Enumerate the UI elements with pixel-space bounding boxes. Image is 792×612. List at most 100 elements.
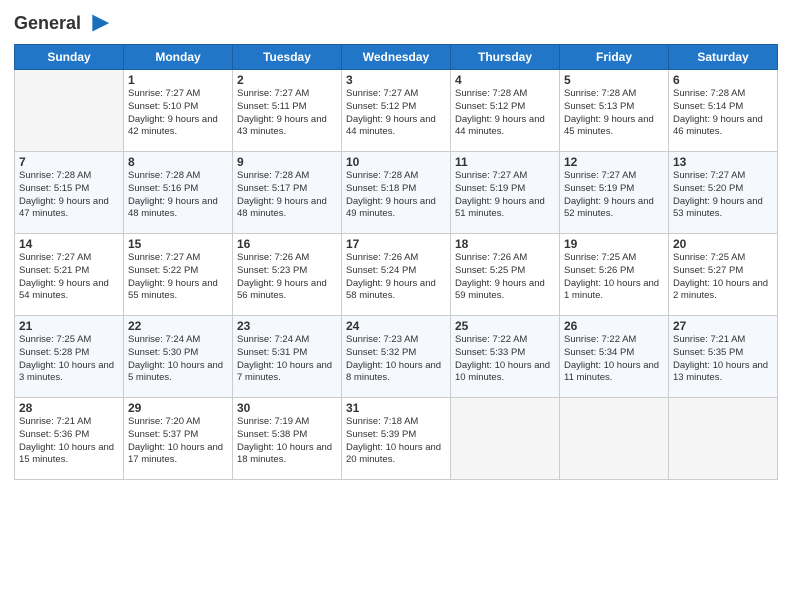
calendar-cell: 28Sunrise: 7:21 AMSunset: 5:36 PMDayligh… (15, 398, 124, 480)
day-number: 27 (673, 319, 773, 333)
day-number: 3 (346, 73, 446, 87)
day-number: 11 (455, 155, 555, 169)
day-info: Sunrise: 7:27 AMSunset: 5:19 PMDaylight:… (564, 170, 664, 221)
day-info: Sunrise: 7:25 AMSunset: 5:26 PMDaylight:… (564, 252, 664, 303)
day-info: Sunrise: 7:25 AMSunset: 5:27 PMDaylight:… (673, 252, 773, 303)
day-number: 7 (19, 155, 119, 169)
day-number: 17 (346, 237, 446, 251)
weekday-header-friday: Friday (560, 45, 669, 70)
week-row-1: 1Sunrise: 7:27 AMSunset: 5:10 PMDaylight… (15, 70, 778, 152)
day-number: 14 (19, 237, 119, 251)
weekday-header-thursday: Thursday (451, 45, 560, 70)
day-info: Sunrise: 7:23 AMSunset: 5:32 PMDaylight:… (346, 334, 446, 385)
day-info: Sunrise: 7:28 AMSunset: 5:18 PMDaylight:… (346, 170, 446, 221)
day-info: Sunrise: 7:21 AMSunset: 5:36 PMDaylight:… (19, 416, 119, 467)
day-number: 10 (346, 155, 446, 169)
week-row-3: 14Sunrise: 7:27 AMSunset: 5:21 PMDayligh… (15, 234, 778, 316)
day-number: 30 (237, 401, 337, 415)
calendar-cell: 2Sunrise: 7:27 AMSunset: 5:11 PMDaylight… (233, 70, 342, 152)
calendar-cell: 5Sunrise: 7:28 AMSunset: 5:13 PMDaylight… (560, 70, 669, 152)
day-info: Sunrise: 7:27 AMSunset: 5:11 PMDaylight:… (237, 88, 337, 139)
day-number: 6 (673, 73, 773, 87)
day-number: 13 (673, 155, 773, 169)
day-info: Sunrise: 7:26 AMSunset: 5:23 PMDaylight:… (237, 252, 337, 303)
calendar-header-row: SundayMondayTuesdayWednesdayThursdayFrid… (15, 45, 778, 70)
calendar-cell: 23Sunrise: 7:24 AMSunset: 5:31 PMDayligh… (233, 316, 342, 398)
calendar-cell: 21Sunrise: 7:25 AMSunset: 5:28 PMDayligh… (15, 316, 124, 398)
header: General (14, 10, 778, 38)
day-number: 15 (128, 237, 228, 251)
calendar-cell: 13Sunrise: 7:27 AMSunset: 5:20 PMDayligh… (669, 152, 778, 234)
day-info: Sunrise: 7:28 AMSunset: 5:16 PMDaylight:… (128, 170, 228, 221)
calendar-cell: 15Sunrise: 7:27 AMSunset: 5:22 PMDayligh… (124, 234, 233, 316)
calendar-cell: 7Sunrise: 7:28 AMSunset: 5:15 PMDaylight… (15, 152, 124, 234)
calendar-cell: 24Sunrise: 7:23 AMSunset: 5:32 PMDayligh… (342, 316, 451, 398)
day-info: Sunrise: 7:28 AMSunset: 5:13 PMDaylight:… (564, 88, 664, 139)
week-row-4: 21Sunrise: 7:25 AMSunset: 5:28 PMDayligh… (15, 316, 778, 398)
day-info: Sunrise: 7:28 AMSunset: 5:17 PMDaylight:… (237, 170, 337, 221)
calendar-cell: 17Sunrise: 7:26 AMSunset: 5:24 PMDayligh… (342, 234, 451, 316)
day-info: Sunrise: 7:28 AMSunset: 5:14 PMDaylight:… (673, 88, 773, 139)
day-number: 31 (346, 401, 446, 415)
calendar-cell (15, 70, 124, 152)
day-info: Sunrise: 7:26 AMSunset: 5:25 PMDaylight:… (455, 252, 555, 303)
calendar-cell: 25Sunrise: 7:22 AMSunset: 5:33 PMDayligh… (451, 316, 560, 398)
calendar-cell (451, 398, 560, 480)
calendar-cell: 22Sunrise: 7:24 AMSunset: 5:30 PMDayligh… (124, 316, 233, 398)
day-number: 9 (237, 155, 337, 169)
day-info: Sunrise: 7:27 AMSunset: 5:19 PMDaylight:… (455, 170, 555, 221)
day-number: 8 (128, 155, 228, 169)
day-number: 19 (564, 237, 664, 251)
calendar-cell: 27Sunrise: 7:21 AMSunset: 5:35 PMDayligh… (669, 316, 778, 398)
calendar-cell: 29Sunrise: 7:20 AMSunset: 5:37 PMDayligh… (124, 398, 233, 480)
calendar-cell: 4Sunrise: 7:28 AMSunset: 5:12 PMDaylight… (451, 70, 560, 152)
logo-text: General (14, 14, 81, 34)
calendar-cell (560, 398, 669, 480)
calendar-cell: 20Sunrise: 7:25 AMSunset: 5:27 PMDayligh… (669, 234, 778, 316)
day-info: Sunrise: 7:27 AMSunset: 5:12 PMDaylight:… (346, 88, 446, 139)
page: General SundayMondayTuesdayWednesdayThur… (0, 0, 792, 612)
day-number: 5 (564, 73, 664, 87)
week-row-5: 28Sunrise: 7:21 AMSunset: 5:36 PMDayligh… (15, 398, 778, 480)
calendar-cell: 31Sunrise: 7:18 AMSunset: 5:39 PMDayligh… (342, 398, 451, 480)
calendar-cell: 9Sunrise: 7:28 AMSunset: 5:17 PMDaylight… (233, 152, 342, 234)
day-number: 29 (128, 401, 228, 415)
day-info: Sunrise: 7:26 AMSunset: 5:24 PMDaylight:… (346, 252, 446, 303)
calendar-cell: 6Sunrise: 7:28 AMSunset: 5:14 PMDaylight… (669, 70, 778, 152)
day-info: Sunrise: 7:22 AMSunset: 5:34 PMDaylight:… (564, 334, 664, 385)
day-number: 4 (455, 73, 555, 87)
calendar-cell: 16Sunrise: 7:26 AMSunset: 5:23 PMDayligh… (233, 234, 342, 316)
day-info: Sunrise: 7:21 AMSunset: 5:35 PMDaylight:… (673, 334, 773, 385)
calendar-cell: 19Sunrise: 7:25 AMSunset: 5:26 PMDayligh… (560, 234, 669, 316)
calendar-cell: 8Sunrise: 7:28 AMSunset: 5:16 PMDaylight… (124, 152, 233, 234)
logo-icon (83, 10, 111, 38)
day-number: 22 (128, 319, 228, 333)
day-info: Sunrise: 7:27 AMSunset: 5:22 PMDaylight:… (128, 252, 228, 303)
calendar-cell: 1Sunrise: 7:27 AMSunset: 5:10 PMDaylight… (124, 70, 233, 152)
day-info: Sunrise: 7:28 AMSunset: 5:15 PMDaylight:… (19, 170, 119, 221)
day-info: Sunrise: 7:18 AMSunset: 5:39 PMDaylight:… (346, 416, 446, 467)
day-number: 24 (346, 319, 446, 333)
calendar-cell: 18Sunrise: 7:26 AMSunset: 5:25 PMDayligh… (451, 234, 560, 316)
day-number: 2 (237, 73, 337, 87)
weekday-header-sunday: Sunday (15, 45, 124, 70)
day-info: Sunrise: 7:28 AMSunset: 5:12 PMDaylight:… (455, 88, 555, 139)
day-number: 16 (237, 237, 337, 251)
day-info: Sunrise: 7:20 AMSunset: 5:37 PMDaylight:… (128, 416, 228, 467)
logo: General (14, 10, 111, 38)
day-number: 1 (128, 73, 228, 87)
calendar-cell: 11Sunrise: 7:27 AMSunset: 5:19 PMDayligh… (451, 152, 560, 234)
calendar-cell: 14Sunrise: 7:27 AMSunset: 5:21 PMDayligh… (15, 234, 124, 316)
calendar-cell (669, 398, 778, 480)
day-info: Sunrise: 7:24 AMSunset: 5:31 PMDaylight:… (237, 334, 337, 385)
day-info: Sunrise: 7:22 AMSunset: 5:33 PMDaylight:… (455, 334, 555, 385)
day-number: 18 (455, 237, 555, 251)
day-info: Sunrise: 7:27 AMSunset: 5:20 PMDaylight:… (673, 170, 773, 221)
day-number: 12 (564, 155, 664, 169)
calendar-body: 1Sunrise: 7:27 AMSunset: 5:10 PMDaylight… (15, 70, 778, 480)
day-info: Sunrise: 7:25 AMSunset: 5:28 PMDaylight:… (19, 334, 119, 385)
calendar-cell: 3Sunrise: 7:27 AMSunset: 5:12 PMDaylight… (342, 70, 451, 152)
week-row-2: 7Sunrise: 7:28 AMSunset: 5:15 PMDaylight… (15, 152, 778, 234)
calendar-cell: 26Sunrise: 7:22 AMSunset: 5:34 PMDayligh… (560, 316, 669, 398)
day-number: 26 (564, 319, 664, 333)
